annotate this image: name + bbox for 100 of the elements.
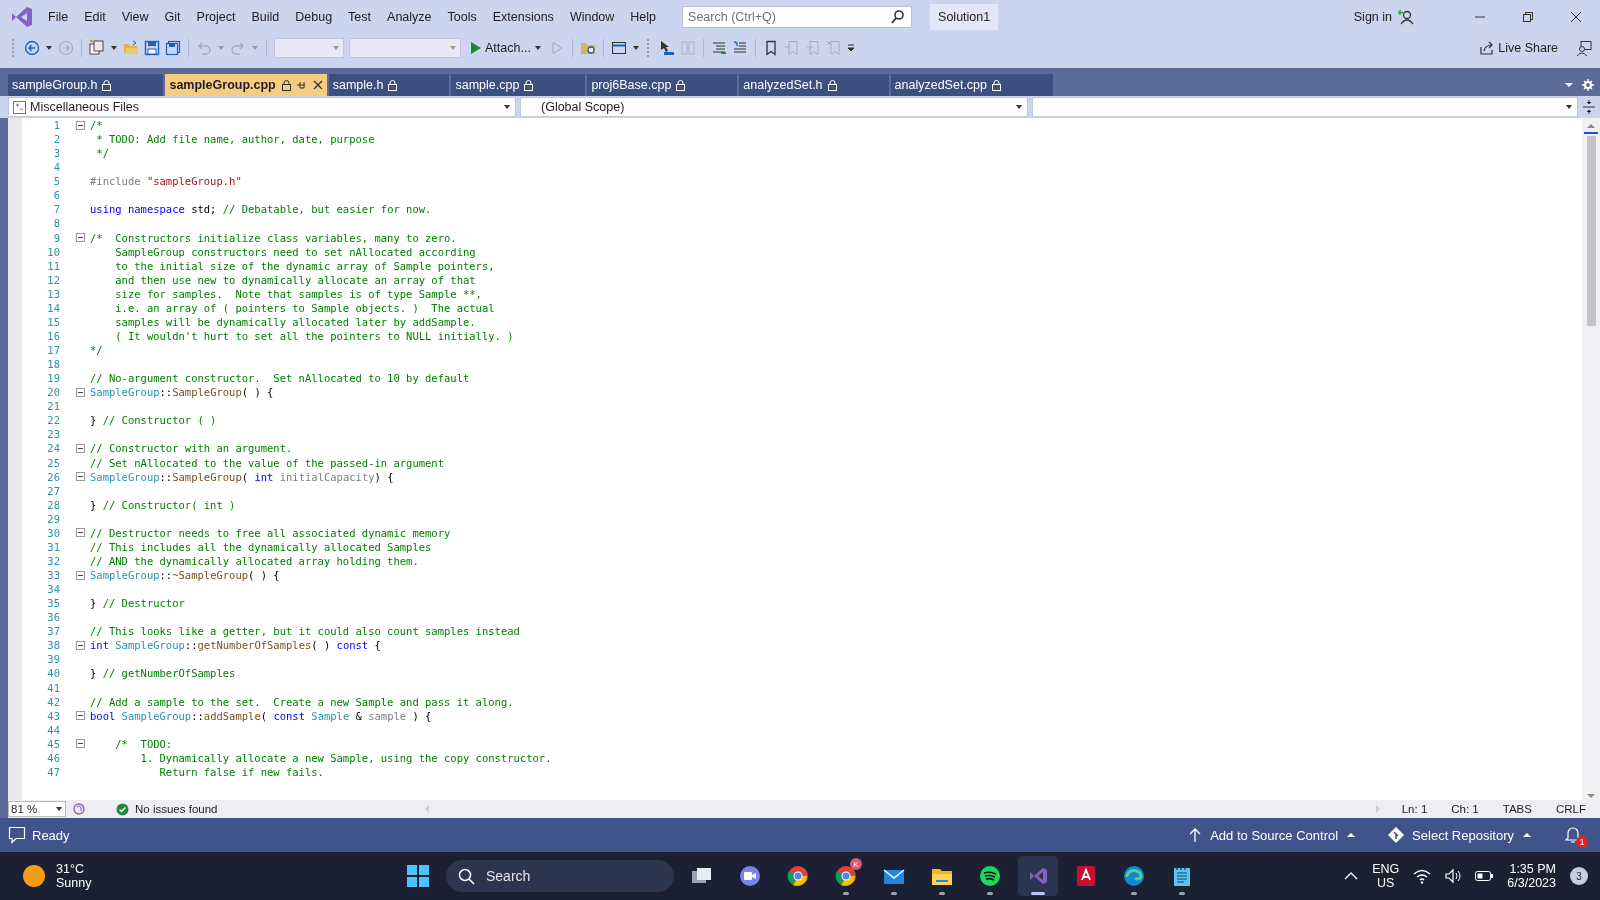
menu-item[interactable]: Window — [561, 6, 623, 28]
collapse-icon[interactable] — [76, 443, 85, 453]
collapse-icon[interactable] — [76, 711, 85, 721]
menu-item[interactable]: Extensions — [484, 6, 562, 28]
zoom-dropdown[interactable]: 81 % — [8, 801, 66, 817]
caret-icon[interactable] — [45, 44, 53, 52]
line-number: 40 — [46, 666, 60, 681]
code-line: /* Constructors initialize class variables, many to zero. — [90, 230, 457, 245]
cad-app-icon[interactable] — [1074, 865, 1098, 887]
overflow-icon[interactable] — [846, 44, 855, 52]
save-icon[interactable] — [144, 40, 160, 56]
collapse-icon[interactable] — [76, 739, 85, 749]
code-line: /* TODO: — [114, 736, 173, 751]
column-position[interactable]: Ch: 1 — [1451, 803, 1479, 815]
uncomment-lines-icon[interactable] — [731, 40, 748, 56]
collapse-icon[interactable] — [76, 233, 85, 243]
file-tab[interactable]: proj6Base.cpp — [587, 74, 740, 96]
menu-item[interactable]: Tools — [439, 6, 485, 28]
speaker-icon[interactable] — [1445, 868, 1462, 884]
file-tab[interactable]: analyzedSet.h — [739, 74, 891, 96]
source-control-button[interactable]: Add to Source Control — [1186, 827, 1359, 843]
menu-item[interactable]: Git — [156, 6, 189, 28]
close-icon — [1571, 12, 1581, 22]
person-icon[interactable] — [1398, 9, 1416, 25]
file-tab[interactable]: analyzedSet.cpp — [890, 74, 1055, 96]
caret-icon[interactable] — [1565, 103, 1573, 111]
caret-icon[interactable] — [55, 805, 63, 813]
collapse-icon[interactable] — [76, 120, 85, 130]
menu-item[interactable]: View — [113, 6, 157, 28]
search-icon[interactable] — [890, 9, 907, 25]
wifi-icon[interactable] — [1413, 868, 1432, 884]
sun-icon[interactable] — [22, 864, 46, 888]
live-share-button[interactable]: Live Share — [1477, 40, 1560, 56]
feedback-icon[interactable] — [1576, 40, 1592, 56]
taskbar-app-button[interactable] — [1018, 856, 1058, 896]
file-tab[interactable]: sample.h — [328, 74, 452, 96]
comment-lines-icon[interactable] — [710, 40, 727, 56]
clock[interactable]: 1:35 PM 6/3/2023 — [1507, 862, 1556, 890]
bell-icon[interactable] — [1564, 826, 1582, 844]
collapse-icon[interactable] — [76, 387, 85, 397]
scrollbar-thumb[interactable] — [1586, 136, 1596, 326]
cursor-icon[interactable] — [658, 40, 675, 56]
file-tab[interactable]: sampleGroup.cpp — [165, 74, 329, 96]
sign-in-link[interactable]: Sign in — [1353, 10, 1392, 24]
caret-icon[interactable] — [631, 44, 640, 52]
collapse-icon[interactable] — [76, 528, 85, 538]
menu-item[interactable]: Build — [243, 6, 288, 28]
indent-mode[interactable]: TABS — [1502, 803, 1532, 815]
battery-icon[interactable] — [1475, 868, 1494, 884]
back-icon[interactable] — [24, 40, 40, 56]
menu-item[interactable]: Project — [188, 6, 244, 28]
close-icon[interactable] — [312, 80, 323, 90]
caret-icon[interactable] — [533, 44, 542, 52]
taskbar-app-button[interactable]: K — [826, 856, 866, 896]
health-icon[interactable] — [72, 802, 86, 816]
language-indicator[interactable]: ENG US — [1372, 862, 1400, 890]
caret-icon[interactable] — [503, 103, 511, 111]
window-icon[interactable] — [610, 40, 627, 56]
menu-item[interactable]: Help — [622, 6, 665, 28]
line-position[interactable]: Ln: 1 — [1401, 803, 1428, 815]
browser-icon[interactable] — [786, 865, 810, 887]
menu-item[interactable]: Analyze — [379, 6, 440, 28]
wave-browser-icon[interactable] — [1122, 865, 1146, 887]
file-tab[interactable]: sample.cpp — [451, 74, 588, 96]
caret-icon[interactable] — [110, 44, 118, 52]
video-call-icon[interactable] — [738, 865, 762, 887]
line-ending[interactable]: CRLF — [1555, 803, 1586, 815]
menu-item[interactable]: File — [40, 6, 77, 28]
code-line: 1. Dynamically allocate a new Sample, using the copy constructor. — [139, 750, 552, 765]
file-tab[interactable]: sampleGroup.h — [8, 74, 166, 96]
collapse-icon[interactable] — [76, 640, 85, 650]
menu-item[interactable]: Test — [340, 6, 380, 28]
scope-dropdown[interactable]: (Global Scope) — [520, 97, 1028, 117]
caret-icon[interactable] — [1015, 103, 1023, 111]
sound-waves-icon[interactable] — [978, 865, 1002, 887]
search-field[interactable]: Search (Ctrl+Q) — [682, 6, 913, 28]
save-all-icon[interactable] — [165, 40, 181, 56]
notification-count[interactable]: 3 — [1570, 867, 1588, 885]
settings-icon[interactable] — [1582, 79, 1594, 91]
menu-item[interactable]: Debug — [287, 6, 341, 28]
collapse-icon[interactable] — [76, 472, 85, 482]
issues-status[interactable]: No issues found — [135, 803, 218, 815]
scroll-up-icon[interactable] — [1586, 122, 1596, 130]
pin-icon[interactable] — [296, 80, 307, 90]
split-icon[interactable] — [1582, 100, 1596, 114]
new-item-icon[interactable] — [89, 40, 105, 56]
repository-button[interactable]: Select Repository — [1386, 827, 1534, 843]
chevron-up-icon[interactable] — [1344, 871, 1359, 881]
line-number: 38 — [46, 638, 60, 653]
line-number: 4 — [52, 160, 60, 175]
menu-item[interactable]: Edit — [76, 6, 114, 28]
browser-icon[interactable] — [834, 865, 858, 887]
folder-search-icon[interactable] — [579, 40, 596, 56]
project-dropdown[interactable]: Miscellaneous Files — [8, 97, 516, 117]
vertical-scrollbar[interactable] — [1582, 118, 1600, 800]
arrow-up-icon — [1188, 827, 1203, 843]
collapse-icon[interactable] — [76, 570, 85, 580]
attach-button[interactable]: Attach... — [466, 40, 544, 56]
dropdown-icon[interactable] — [1564, 80, 1574, 90]
taskbar-search-field[interactable]: Search — [446, 860, 674, 892]
